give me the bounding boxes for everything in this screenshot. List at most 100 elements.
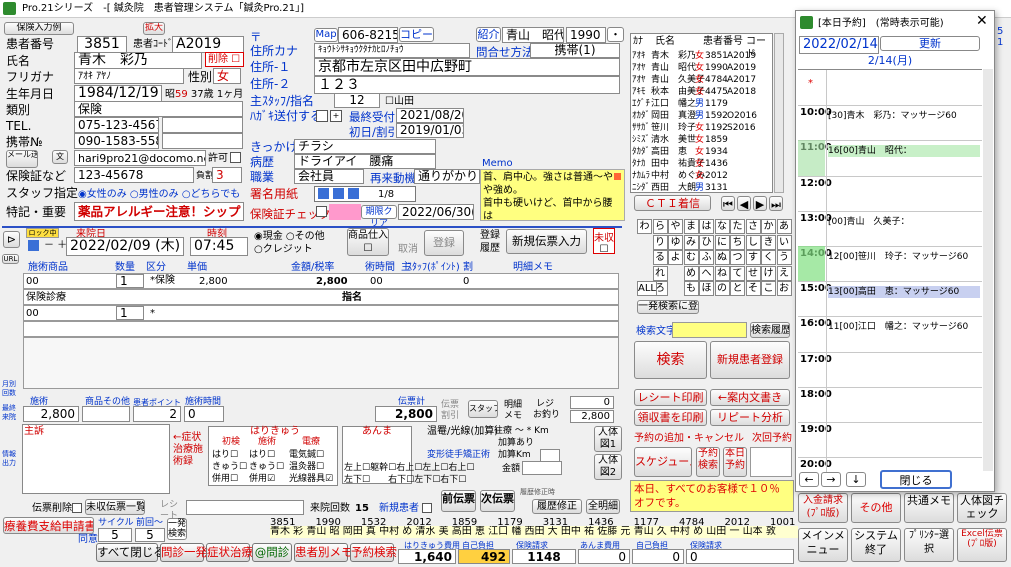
kana-key[interactable]: せ	[745, 265, 761, 281]
kana-key[interactable]: は	[699, 219, 714, 234]
patient-list-row[interactable]: ｱｵｷ 青木 彩乃女 3851 A2019	[631, 50, 772, 62]
kana-key[interactable]: お	[776, 281, 792, 296]
left-up-2[interactable]: 左上	[422, 463, 440, 473]
map-button[interactable]: Map	[314, 28, 338, 42]
receipt-issue-button[interactable]: 領収書を印刷	[634, 409, 707, 426]
kana-key[interactable]: け	[761, 265, 776, 281]
unpaid-checkbox[interactable]: 未収 ☐	[593, 228, 615, 255]
prev-cycle-field[interactable]: 5	[135, 528, 165, 542]
schedule-grid[interactable]: *10:0011:0012:0013:0014:0015:0016:0017:0…	[798, 69, 982, 472]
kana-key[interactable]: り	[652, 234, 668, 250]
schedule-entry[interactable]: 11[00]江口 幡之：マッサージ60	[828, 321, 980, 333]
month-count-button[interactable]: 月別回数	[2, 380, 19, 398]
kana-key[interactable]: の	[714, 281, 730, 296]
kana-key[interactable]: や	[668, 219, 683, 234]
search-button[interactable]: 検索	[634, 341, 707, 379]
staff-pref-radios[interactable]: ◉女性のみ ○男性のみ ○どちらでも	[78, 188, 248, 201]
symptom-treatment-button[interactable]: 症状治療	[206, 543, 253, 562]
guide-letter-button[interactable]: ←案内文書き	[710, 389, 790, 406]
mobile2-field[interactable]	[162, 133, 243, 149]
electro-options[interactable]: 電気鍼☐ 温灸器☐ 光線器具☑	[289, 449, 333, 485]
today-reservation-button[interactable]: 本日予約	[723, 447, 747, 477]
postal-field[interactable]: 606-8215	[338, 27, 398, 43]
cycle-field[interactable]: 5	[98, 528, 132, 542]
kana-key[interactable]: い	[776, 234, 792, 250]
history-fix-button[interactable]: 履歴修正	[532, 499, 582, 514]
kana-key[interactable]: す	[745, 250, 761, 265]
excel-slip-button[interactable]: Excel伝票(ﾌﾟﾛ版)	[957, 528, 1007, 562]
lock-checkbox[interactable]	[28, 240, 39, 251]
job-select[interactable]: 会社員	[294, 169, 364, 184]
hagaki-checkbox[interactable]	[316, 110, 328, 122]
kana-key[interactable]: な	[714, 219, 730, 234]
birthday-field[interactable]: 1984/12/19	[74, 85, 162, 102]
cancel-button[interactable]: 取消	[398, 243, 418, 256]
patient-list-row[interactable]: ｵｶﾀﾞ 岡田 真澄男 1592 O2016	[631, 110, 772, 122]
radio-either[interactable]: どちらでも	[191, 189, 241, 200]
first-exam-options[interactable]: はり☐ きゅう☐ 併用☐	[212, 449, 247, 485]
register-paid-field[interactable]: 0	[570, 396, 614, 409]
prev-slip-button[interactable]: 前伝票	[441, 490, 476, 512]
first-c3[interactable]: 併用	[212, 474, 230, 484]
tel2-field[interactable]	[162, 117, 243, 133]
schedule-next-button[interactable]: →	[821, 472, 841, 487]
mail-send-button[interactable]: メール送信	[6, 150, 38, 168]
permit-checkbox[interactable]	[230, 152, 241, 163]
insurance-field[interactable]: 123-45678	[74, 167, 194, 183]
intro-button[interactable]: 紹介	[476, 27, 501, 42]
radio-women[interactable]: 女性のみ	[87, 189, 127, 200]
mobile-field[interactable]: 090-1583-5585	[74, 133, 159, 149]
radio-credit[interactable]: クレジット	[263, 244, 313, 255]
kana-key[interactable]: そ	[745, 281, 761, 296]
staff-button[interactable]: スタッフ	[468, 400, 498, 418]
new-slip-button[interactable]: 新規伝票入力	[506, 229, 587, 254]
schedule-close-button[interactable]: 閉じる	[880, 470, 952, 489]
kana-key[interactable]: ゆ	[668, 234, 683, 250]
sig-check-1[interactable]	[318, 188, 329, 199]
right-up-2[interactable]: 右上	[448, 463, 466, 473]
kana-key[interactable]: ね	[714, 265, 730, 281]
kana-key[interactable]: さ	[745, 219, 761, 234]
right-down-2[interactable]: 右下	[440, 475, 458, 485]
sex-select[interactable]: 女	[213, 68, 241, 84]
trigger-select[interactable]: チラシ	[294, 139, 436, 154]
kana-key[interactable]: て	[730, 265, 745, 281]
kana-key[interactable]: か	[761, 219, 776, 234]
slip-row1-qty[interactable]: 1	[116, 274, 144, 288]
kana-address-field[interactable]: ｷｮｳﾄｼｻｷｮｳｸﾀﾅｶﾋﾛﾉﾁｮｳ	[314, 43, 470, 58]
schedule-date-field[interactable]: 2022/02/14	[799, 36, 879, 54]
staff-no-select[interactable]: 12	[334, 93, 380, 108]
url-button[interactable]: URL	[2, 254, 19, 264]
first-visit-field[interactable]: 2019/01/03	[396, 123, 464, 138]
close-all-button[interactable]: すべて閉じる	[96, 543, 165, 562]
furigana-field[interactable]: ｱｵｷ ｱﾔﾉ	[74, 68, 184, 84]
slip-delete-checkbox[interactable]	[72, 503, 82, 513]
copy-button[interactable]: コピー	[399, 27, 434, 42]
visit-date-field[interactable]: 2022/02/09 (木)	[66, 237, 184, 256]
qa-one-button[interactable]: 問診一発	[160, 543, 207, 562]
kana-key[interactable]: も	[683, 281, 699, 296]
search-history-button[interactable]: 検索履歴	[750, 322, 790, 338]
questionnaire-button[interactable]: @問診	[252, 543, 292, 562]
kana-key[interactable]: こ	[761, 281, 776, 296]
memo-text[interactable]: 首、肩中心。強さは普通～やや強め。 首中も硬いけど、首中から腰は	[480, 169, 625, 221]
kana-key[interactable]: め	[683, 265, 699, 281]
kana-key[interactable]: わ	[637, 219, 652, 234]
register-button[interactable]: 登録	[424, 230, 464, 256]
schedule-entry[interactable]: 13[00]高田 恵：マッサージ60	[828, 286, 980, 299]
inquiry-select[interactable]: 携帯(1)	[530, 43, 620, 58]
kana-key[interactable]: ま	[683, 219, 699, 234]
kana-key[interactable]: ひ	[699, 234, 714, 250]
repeat-analysis-button[interactable]: リピート分析	[710, 409, 790, 426]
patient-list-row[interactable]: ﾀﾅｶ 田中 祐貴子女 1436	[631, 158, 772, 170]
patient-list-row[interactable]: ﾆｼﾀﾞ 西田 大朗男 3131	[631, 182, 772, 194]
all-details-button[interactable]: 全明細	[586, 499, 620, 514]
reservation-search-bottom-button[interactable]: 予約検索	[350, 543, 397, 562]
kana-key[interactable]: れ	[652, 265, 668, 281]
slip-row-2[interactable]	[23, 289, 619, 305]
intro-name-field[interactable]: 青山 昭代	[502, 27, 564, 43]
kana-key[interactable]: う	[776, 250, 792, 265]
kana-key[interactable]: ぬ	[714, 250, 730, 265]
kana-key[interactable]: る	[652, 250, 668, 265]
common-memo-button[interactable]: 共通メモ	[904, 493, 954, 523]
